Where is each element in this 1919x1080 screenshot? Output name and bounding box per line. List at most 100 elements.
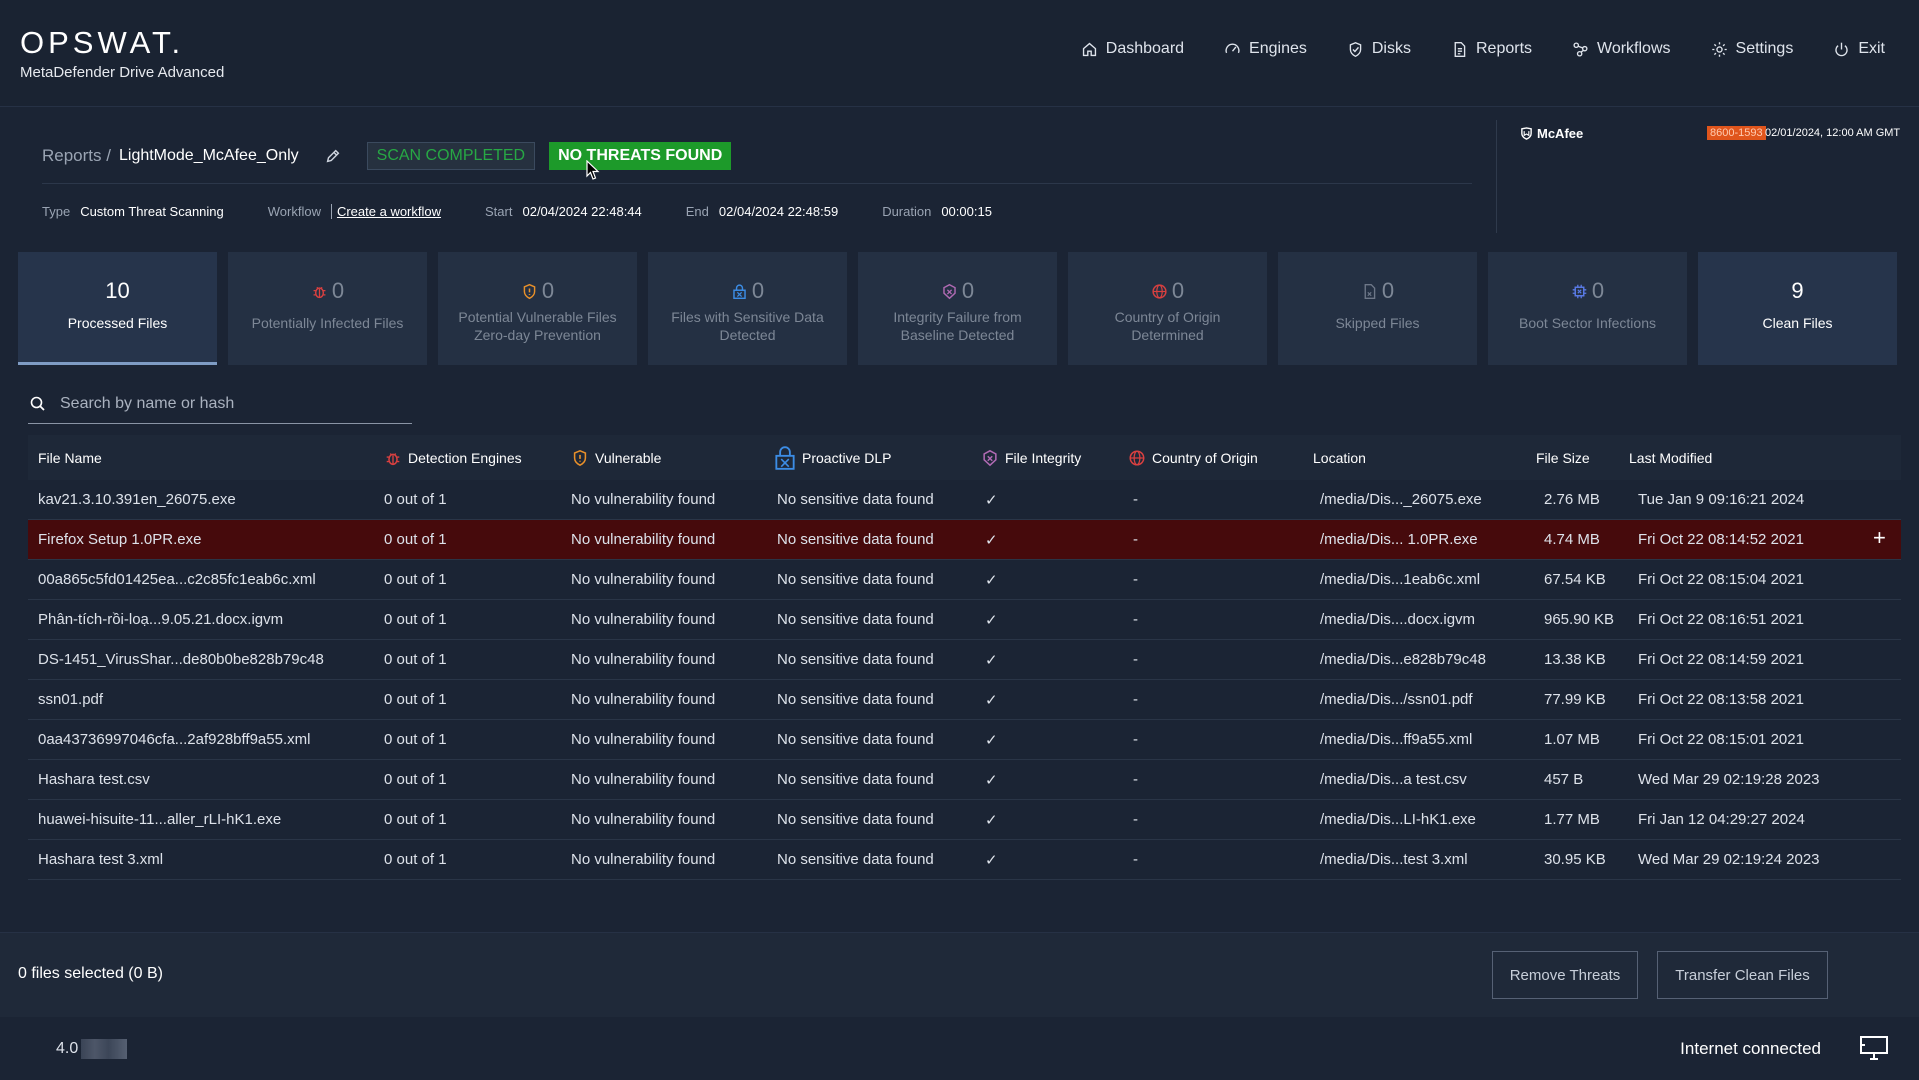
engine-separator [1496,120,1497,233]
nav-workflows[interactable]: Workflows [1572,40,1671,58]
nav-dashboard[interactable]: Dashboard [1081,40,1184,58]
cell-country: - [1133,851,1138,868]
cell-modified: Fri Oct 22 08:16:51 2021 [1638,611,1804,628]
remove-threats-button[interactable]: Remove Threats [1492,951,1638,999]
card-integrity-failure[interactable]: 0 Integrity Failure from Baseline Detect… [858,252,1057,365]
cell-integrity: ✓ [985,571,998,589]
cell-vulnerable: No vulnerability found [571,651,716,668]
col-file-name[interactable]: File Name [38,450,102,466]
cell-detection: 0 out of 1 [384,531,447,548]
nav-exit[interactable]: Exit [1833,40,1885,58]
nav-reports[interactable]: Reports [1451,40,1532,58]
card-count: 9 [1791,278,1804,303]
table-row[interactable]: Phân-tích-rồi-loạ...9.05.21.docx.igvm 0 o… [28,600,1901,640]
table-row[interactable]: DS-1451_VirusShar...de80b0be828b79c48 0 o… [28,640,1901,680]
card-label: Potentially Infected Files [251,315,404,331]
cell-dlp: No sensitive data found [777,571,934,588]
engine-name-text: McAfee [1537,126,1584,141]
table-body: kav21.3.10.391en_26075.exe 0 out of 1 No v… [28,480,1901,880]
cell-location: /media/Dis...a test.csv [1320,771,1467,788]
card-skipped-files[interactable]: 0 Skipped Files [1278,252,1477,365]
cell-country: - [1133,691,1138,708]
col-label: File Size [1536,449,1590,466]
globe-icon [1152,283,1167,299]
nav-exit-label: Exit [1858,40,1885,57]
col-location[interactable]: Location [1313,450,1366,466]
network-status: Internet connected [1680,1039,1821,1058]
col-file-size[interactable]: File Size [1536,450,1590,466]
transfer-clean-files-button[interactable]: Transfer Clean Files [1657,951,1828,999]
card-sensitive-data[interactable]: 0 Files with Sensitive Data Detected [648,252,847,365]
monitor-icon[interactable] [1859,1035,1889,1061]
product-name: MetaDefender Drive Advanced [20,64,225,81]
nav-settings[interactable]: Settings [1711,40,1793,58]
cell-size: 965.90 KB [1544,611,1615,628]
cell-modified: Wed Mar 29 02:19:24 2023 [1638,851,1820,868]
cell-modified: Fri Oct 22 08:14:59 2021 [1638,651,1804,668]
table-row[interactable]: huawei-hisuite-11...aller_rLI-hK1.exe 0 o… [28,800,1901,840]
col-last-modified[interactable]: Last Modified [1629,450,1712,466]
cell-dlp: No sensitive data found [777,531,934,548]
cell-country: - [1133,531,1138,548]
duration-label: Duration [882,204,932,219]
cell-modified: Tue Jan 9 09:16:21 2024 [1638,491,1805,508]
shield-check-icon [1349,41,1362,57]
table-row[interactable]: kav21.3.10.391en_26075.exe 0 out of 1 No v… [28,480,1901,520]
breadcrumb-reports[interactable]: Reports / [42,146,111,166]
table-row[interactable]: Firefox Setup 1.0PR.exe 0 out of 1 No vuln… [28,520,1901,560]
card-potentially-infected[interactable]: 0 Potentially Infected Files [228,252,427,365]
card-clean-files[interactable]: 9 Clean Files [1698,252,1897,365]
start-value: 02/04/2024 22:48:44 [522,204,642,219]
card-processed-files[interactable]: 10 Processed Files [18,252,217,365]
col-detection-engines[interactable]: Detection Engines [384,449,522,467]
card-count: 0 [1171,278,1185,303]
engine-name: McAfee [1520,126,1583,141]
cell-location: /media/Dis....docx.igvm [1320,611,1476,628]
table-row[interactable]: Hashara test 3.xml 0 out of 1 No vulnerabi… [28,840,1901,880]
search-input[interactable] [60,394,380,413]
card-potential-vulnerable[interactable]: 0 Potential Vulnerable Files Zero-day Pr… [438,252,637,365]
col-label: Last Modified [1629,449,1713,466]
nav-dashboard-label: Dashboard [1105,40,1185,57]
col-country-of-origin[interactable]: Country of Origin [1128,449,1258,467]
table-row[interactable]: 0aa43736997046cfa...2af928bff9a55.xml 0 o… [28,720,1901,760]
col-label: Country of Origin [1152,449,1258,466]
card-country-of-origin[interactable]: 0 Country of Origin Determined [1068,252,1267,365]
table-row[interactable]: ssn01.pdf 0 out of 1 No vulnerability foun… [28,680,1901,720]
mcafee-shield-icon [1521,127,1532,140]
mouse-cursor-icon [586,160,600,180]
nav-workflows-label: Workflows [1597,40,1671,57]
cell-location: /media/Dis...1eab6c.xml [1320,571,1481,588]
action-bar: 0 files selected (0 B) Remove Threats Tr… [0,932,1919,1017]
cell-country: - [1133,491,1138,508]
card-count: 0 [1591,278,1605,303]
stat-cards: 10 Processed Files 0 Potentially Infecte… [18,252,1897,365]
table-row[interactable]: Hashara test.csv 0 out of 1 No vulnerabili… [28,760,1901,800]
col-label: Location [1313,449,1366,466]
search-icon [30,396,45,411]
col-proactive-dlp[interactable]: Proactive DLP [774,445,891,471]
cell-detection: 0 out of 1 [384,571,447,588]
create-workflow-link[interactable]: Create a workflow [330,204,441,219]
nav-disks[interactable]: Disks [1347,40,1411,58]
table-row[interactable]: 00a865c5fd01425ea...c2c85fc1eab6c.xml 0 o… [28,560,1901,600]
cell-size: 1.77 MB [1544,811,1600,828]
pencil-icon[interactable] [324,147,342,165]
cell-location: /media/Dis...ff9a55.xml [1320,731,1473,748]
col-vulnerable[interactable]: Vulnerable [571,449,661,467]
col-file-integrity[interactable]: File Integrity [981,449,1081,467]
cell-detection: 0 out of 1 [384,851,447,868]
cell-integrity: ✓ [985,731,998,749]
cell-location: /media/Dis...LI-hK1.exe [1320,811,1476,828]
card-boot-sector[interactable]: 0 Boot Sector Infections [1488,252,1687,365]
cell-file-name: huawei-hisuite-11...aller_rLI-hK1.exe [38,811,282,828]
end-label: End [685,204,709,219]
type-label: Type [42,204,71,219]
cell-dlp: No sensitive data found [777,651,934,668]
nav-engines[interactable]: Engines [1224,40,1307,58]
engine-panel: McAfee [1520,126,1583,141]
cell-country: - [1133,571,1138,588]
card-count: 0 [331,278,345,303]
table-header: File Name Detection Engines Vulnerable P… [28,435,1901,480]
expand-row-icon[interactable]: + [1873,525,1886,551]
